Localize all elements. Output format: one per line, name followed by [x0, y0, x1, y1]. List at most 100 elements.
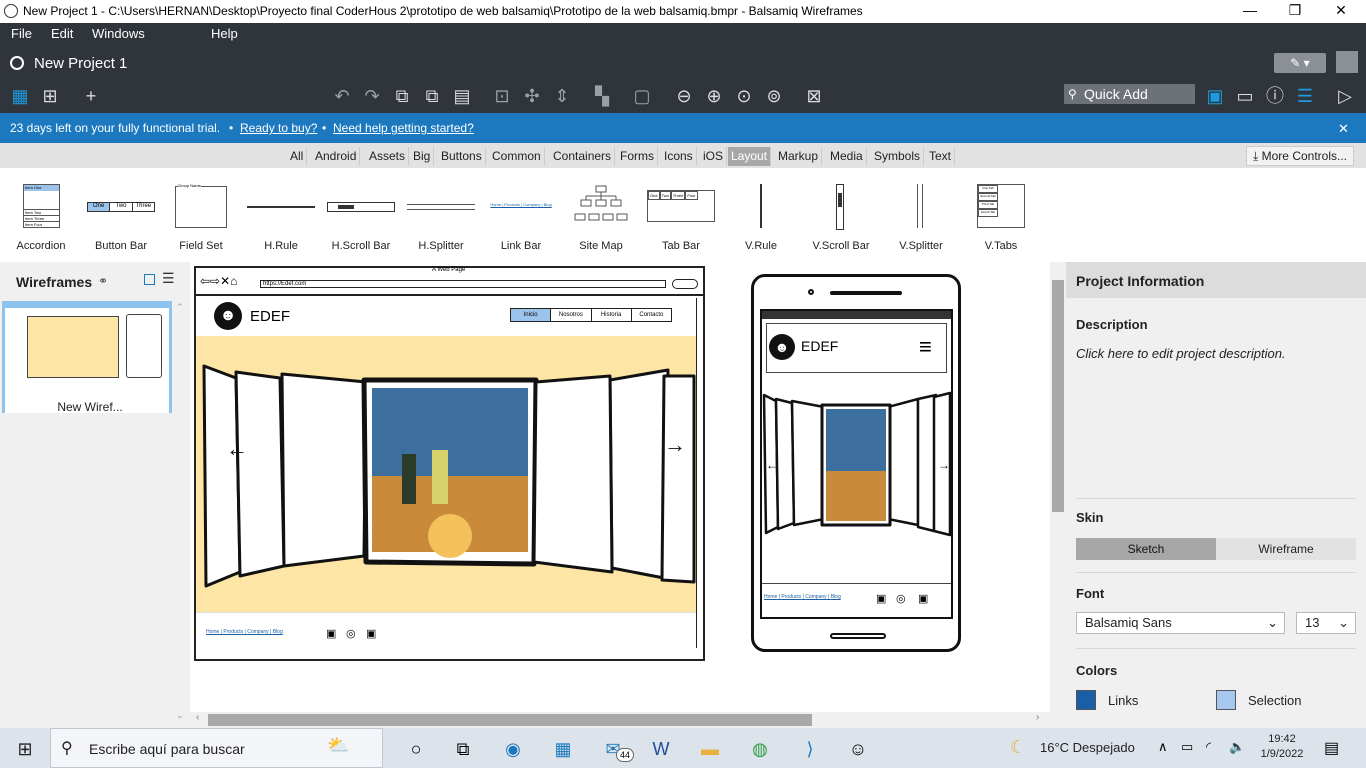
- windows-start-icon[interactable]: ⊞: [12, 736, 38, 762]
- quick-add-input[interactable]: ⚲ Quick Add: [1064, 84, 1195, 104]
- instagram-icon[interactable]: ◎: [346, 627, 356, 640]
- gallery-h-splitter[interactable]: H.Splitter: [401, 182, 481, 252]
- horizontal-scroll-thumb[interactable]: [208, 714, 812, 726]
- undo-icon[interactable]: ↶: [330, 85, 354, 107]
- nav-nosotros[interactable]: Nosotros: [551, 309, 592, 321]
- copy-icon[interactable]: ⧉: [390, 85, 414, 107]
- mobile-facebook-icon[interactable]: ▣: [876, 592, 886, 605]
- duplicate-icon[interactable]: ⧉: [420, 85, 444, 107]
- battery-icon[interactable]: ▭: [1181, 739, 1193, 755]
- scroll-right-icon[interactable]: ›: [1036, 712, 1039, 723]
- gallery-accordion[interactable]: Item One Item Two Item Three Item Four A…: [1, 182, 81, 252]
- more-controls-button[interactable]: ⤓ More Controls...: [1246, 146, 1354, 166]
- grid-view-icon[interactable]: ⊞: [38, 85, 62, 107]
- ready-to-buy-link[interactable]: Ready to buy?: [240, 121, 317, 135]
- cat-android[interactable]: Android: [312, 147, 361, 166]
- gallery-v-rule[interactable]: V.Rule: [721, 182, 801, 252]
- zoom-fit-icon[interactable]: ⊚: [762, 85, 786, 107]
- cat-text[interactable]: Text: [926, 147, 956, 166]
- zoom-out-icon[interactable]: ⊖: [672, 85, 696, 107]
- properties-icon[interactable]: ☰: [1293, 85, 1317, 107]
- cat-assets[interactable]: Assets: [366, 147, 410, 166]
- cat-buttons[interactable]: Buttons: [438, 147, 486, 166]
- cat-symbols[interactable]: Symbols: [871, 147, 925, 166]
- gallery-link-bar[interactable]: Home | Products | Company | Blog Link Ba…: [481, 182, 561, 252]
- gallery-tab-bar[interactable]: One Two Three Four Tab Bar: [641, 182, 721, 252]
- zoom-actual-icon[interactable]: ⊙: [732, 85, 756, 107]
- info-icon[interactable]: ⓘ: [1263, 85, 1287, 107]
- comments-icon[interactable]: ▭: [1233, 85, 1257, 107]
- present-icon[interactable]: ▷: [1333, 85, 1357, 107]
- gallery-v-tabs[interactable]: First Tab Second Tab Third Tab Fourth Ta…: [961, 182, 1041, 252]
- mobile-footer-blog[interactable]: Blog: [831, 594, 841, 600]
- align-icon[interactable]: ⇕: [550, 85, 574, 107]
- group-icon[interactable]: ⊡: [490, 85, 514, 107]
- font-size-select[interactable]: 13 ⌄: [1296, 612, 1356, 634]
- mobile-footer-products[interactable]: Products: [781, 594, 801, 600]
- taskbar-search[interactable]: ⚲ Escribe aquí para buscar ⛅: [50, 728, 383, 768]
- paste-icon[interactable]: ▤: [450, 85, 474, 107]
- chrome-icon[interactable]: ◍: [747, 736, 773, 762]
- redo-icon[interactable]: ↷: [360, 85, 384, 107]
- canvas-vertical-scrollbar[interactable]: [1050, 262, 1066, 712]
- help-link[interactable]: Need help getting started?: [333, 121, 474, 135]
- mobile-linkedin-icon[interactable]: ▣: [918, 592, 928, 605]
- store-icon[interactable]: ▦: [550, 736, 576, 762]
- minimize-button[interactable]: —: [1240, 2, 1260, 18]
- hamburger-menu-icon[interactable]: ≡: [919, 334, 932, 360]
- search-field[interactable]: [672, 279, 698, 289]
- edit-mode-button[interactable]: ✎ ▾: [1274, 53, 1326, 73]
- word-icon[interactable]: W: [648, 736, 674, 762]
- nav-contacto[interactable]: Contacto: [632, 309, 671, 321]
- footer-link-home[interactable]: Home: [206, 629, 219, 635]
- menu-file[interactable]: File: [11, 26, 32, 41]
- gallery-h-rule[interactable]: H.Rule: [241, 182, 321, 252]
- avatar[interactable]: [1336, 51, 1358, 73]
- nav-historia[interactable]: Historia: [592, 309, 632, 321]
- file-explorer-icon[interactable]: ▬: [697, 736, 723, 762]
- balsamiq-taskbar-icon[interactable]: ☺: [845, 736, 871, 762]
- restore-button[interactable]: ❐: [1285, 2, 1305, 19]
- close-notice-icon[interactable]: ✕: [1338, 121, 1349, 137]
- cat-icons[interactable]: Icons: [661, 147, 697, 166]
- ui-library-icon[interactable]: ▣: [1203, 85, 1227, 107]
- footer-link-blog[interactable]: Blog: [273, 629, 283, 635]
- cat-all[interactable]: All: [287, 147, 308, 166]
- browser-mockup[interactable]: A Web Page ⇦⇨✕⌂ https://Edef.com ☻ EDEF …: [194, 266, 705, 661]
- single-view-icon[interactable]: ▦: [8, 85, 32, 107]
- list-view-icon[interactable]: ☰: [162, 270, 175, 287]
- mobile-footer-company[interactable]: Company: [805, 594, 826, 600]
- wireframe-thumbnail[interactable]: New Wiref...: [2, 301, 172, 414]
- notifications-icon[interactable]: ▤: [1324, 738, 1339, 758]
- cat-ios[interactable]: iOS: [700, 147, 728, 166]
- menu-windows[interactable]: Windows: [92, 26, 145, 41]
- ungroup-icon[interactable]: ✣: [520, 85, 544, 107]
- links-color-swatch[interactable]: [1076, 690, 1096, 710]
- tray-chevron-icon[interactable]: ∧: [1158, 739, 1168, 755]
- volume-icon[interactable]: 🔈: [1229, 739, 1245, 755]
- menu-edit[interactable]: Edit: [51, 26, 73, 41]
- cat-media[interactable]: Media: [827, 147, 867, 166]
- lock-icon[interactable]: ▢: [630, 85, 654, 107]
- vertical-scroll-thumb[interactable]: [1052, 280, 1064, 512]
- mobile-instagram-icon[interactable]: ◎: [896, 592, 906, 605]
- scroll-down-icon[interactable]: ⌄: [176, 710, 184, 721]
- phone-mockup[interactable]: ☻ EDEF ≡ ← → Home | Products | Company |: [751, 274, 961, 652]
- weather-text[interactable]: 16°C Despejado: [1040, 740, 1135, 755]
- cat-common[interactable]: Common: [489, 147, 545, 166]
- menu-help[interactable]: Help: [211, 26, 238, 41]
- add-icon[interactable]: +: [79, 85, 103, 107]
- sitemap-icon[interactable]: ⚭: [98, 274, 108, 288]
- cat-containers[interactable]: Containers: [550, 147, 616, 166]
- zoom-in-icon[interactable]: ⊕: [702, 85, 726, 107]
- linkedin-icon[interactable]: ▣: [366, 627, 376, 640]
- facebook-icon[interactable]: ▣: [326, 627, 336, 640]
- project-description[interactable]: Click here to edit project description.: [1076, 346, 1286, 361]
- cat-markup[interactable]: Markup: [775, 147, 823, 166]
- cat-forms[interactable]: Forms: [617, 147, 658, 166]
- scroll-up-icon[interactable]: ⌃: [176, 302, 184, 313]
- project-name[interactable]: New Project 1: [34, 55, 127, 72]
- gallery-v-splitter[interactable]: V.Splitter: [881, 182, 961, 252]
- cat-big[interactable]: Big: [410, 147, 435, 166]
- clipboard-icon[interactable]: ⊠: [802, 85, 826, 107]
